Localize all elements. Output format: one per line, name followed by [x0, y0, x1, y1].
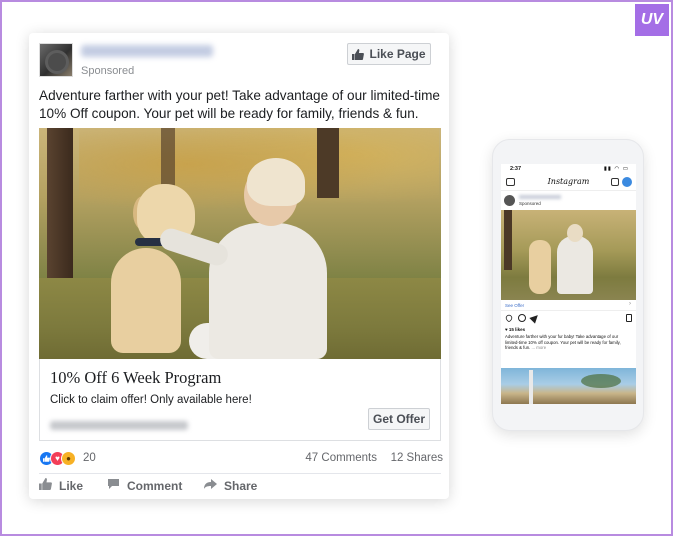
ig-caption-text: Adventure farther with your fur baby! Ta…	[505, 334, 621, 351]
direct-message-icon[interactable]	[622, 177, 632, 187]
post-text: Adventure farther with your pet! Take ad…	[39, 88, 440, 121]
reactions-bar: ♥ ● 20 47 Comments 12 Shares	[39, 451, 443, 467]
heart-icon[interactable]	[504, 313, 514, 323]
share-label: Share	[224, 478, 258, 493]
share-button[interactable]: Share	[204, 478, 257, 493]
ad-url-blurred	[50, 421, 188, 430]
sponsored-label: Sponsored	[81, 65, 135, 77]
comment-label: Comment	[127, 478, 183, 493]
comment-icon[interactable]	[518, 314, 526, 322]
brand-logo: UV	[635, 4, 669, 36]
ad-title: 10% Off 6 Week Program	[50, 368, 222, 387]
status-time: 2:37	[510, 166, 522, 172]
comment-button[interactable]: Comment	[107, 478, 182, 493]
wow-reaction-icon[interactable]: ●	[61, 451, 76, 466]
igtv-icon[interactable]	[611, 178, 619, 186]
shares-count[interactable]: 12 Shares	[391, 452, 443, 464]
post-actions: Like Comment Share	[39, 478, 441, 498]
ig-sponsored-label: Sponsored	[519, 201, 541, 206]
instagram-nav: Instagram	[501, 175, 636, 191]
ig-avatar[interactable]	[504, 195, 515, 206]
ig-action-icons	[504, 312, 632, 324]
post-header: Sponsored Like Page	[39, 43, 439, 79]
get-offer-button[interactable]: Get Offer	[368, 408, 430, 430]
ad-description: Click to claim offer! Only available her…	[50, 394, 252, 406]
thumbs-up-icon	[39, 478, 52, 493]
status-bar: 2:37 ▮▮ ◠ ▭	[505, 166, 632, 174]
ig-ad-image[interactable]	[501, 210, 636, 300]
facebook-ad-card: Sponsored Like Page Adventure farther wi…	[29, 33, 449, 499]
phone-mockup: 2:37 ▮▮ ◠ ▭ Instagram Sponsored See Offe…	[492, 139, 644, 431]
share-icon	[204, 478, 217, 493]
ig-caption: Adventure farther with your fur baby! Ta…	[505, 334, 631, 351]
ig-see-offer-label: See Offer	[505, 303, 525, 308]
comments-count[interactable]: 47 Comments	[305, 452, 377, 464]
status-icons: ▮▮ ◠ ▭	[603, 166, 629, 172]
reaction-count[interactable]: 20	[83, 452, 96, 464]
thumbs-up-icon	[352, 48, 365, 60]
ad-link-box[interactable]: 10% Off 6 Week Program Click to claim of…	[39, 359, 441, 441]
ig-see-offer-bar[interactable]: See Offer ›	[501, 300, 636, 311]
actions-divider	[39, 473, 441, 474]
chevron-right-icon: ›	[629, 301, 631, 307]
ig-caption-more[interactable]: ... more	[532, 345, 547, 350]
ig-next-post-image[interactable]	[501, 368, 636, 404]
comment-icon	[107, 478, 120, 493]
ad-image[interactable]	[39, 128, 441, 359]
page-name-blurred[interactable]	[81, 45, 213, 57]
send-icon[interactable]	[529, 312, 541, 324]
instagram-screen: 2:37 ▮▮ ◠ ▭ Instagram Sponsored See Offe…	[501, 164, 636, 404]
like-page-button[interactable]: Like Page	[347, 43, 431, 65]
like-page-label: Like Page	[369, 47, 426, 61]
bookmark-icon[interactable]	[626, 314, 632, 322]
ig-likes-count[interactable]: ♥ 15 likes	[505, 327, 525, 332]
like-label: Like	[59, 478, 84, 493]
page-avatar[interactable]	[39, 43, 73, 77]
ig-account-name-blurred[interactable]	[519, 195, 561, 199]
ig-post-header: Sponsored	[504, 194, 634, 208]
like-button[interactable]: Like	[39, 478, 83, 493]
